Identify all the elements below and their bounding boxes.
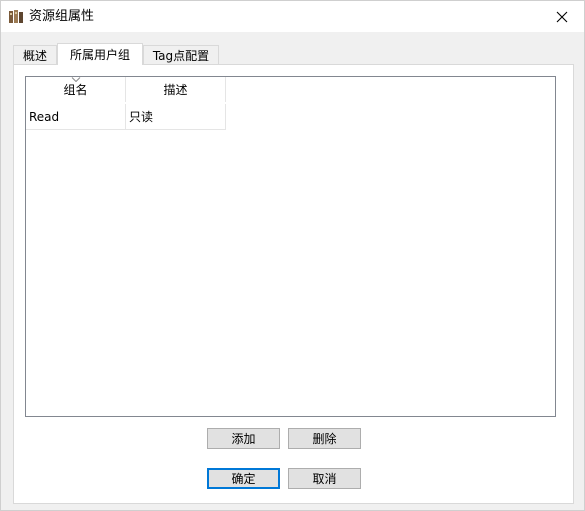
column-header-group-name[interactable]: 组名: [26, 77, 126, 102]
user-group-list[interactable]: 组名 描述 Read 只读: [25, 76, 556, 417]
list-header: 组名 描述: [26, 77, 226, 102]
dialog-window: 资源组属性 概述 所属用户组 Tag点配置 组名 描述 Read 只读 添加 删…: [0, 0, 585, 511]
tab-panel-user-groups: 组名 描述 Read 只读 添加 删除 确定 取消: [13, 64, 574, 504]
tab-label: Tag点配置: [152, 48, 210, 63]
tab-label: 所属用户组: [69, 48, 130, 62]
column-header-description[interactable]: 描述: [126, 77, 226, 102]
title-bar: 资源组属性: [1, 1, 584, 32]
ok-button[interactable]: 确定: [207, 468, 280, 489]
cancel-button[interactable]: 取消: [288, 468, 361, 489]
tab-label: 概述: [22, 48, 47, 63]
resource-group-app-icon: [9, 10, 23, 23]
cell-description: 只读: [126, 104, 226, 130]
tab-tag-config[interactable]: Tag点配置: [143, 45, 219, 64]
tab-overview[interactable]: 概述: [13, 45, 57, 64]
tab-user-groups[interactable]: 所属用户组: [57, 43, 143, 65]
window-title: 资源组属性: [29, 9, 95, 24]
close-icon: [556, 11, 568, 22]
close-button[interactable]: [540, 1, 584, 32]
column-label: 描述: [163, 83, 188, 97]
list-item[interactable]: Read 只读: [26, 104, 226, 130]
sort-indicator-icon: [71, 77, 80, 82]
add-button[interactable]: 添加: [207, 428, 280, 449]
cell-group-name: Read: [26, 104, 126, 130]
column-label: 组名: [63, 83, 88, 97]
delete-button[interactable]: 删除: [288, 428, 361, 449]
